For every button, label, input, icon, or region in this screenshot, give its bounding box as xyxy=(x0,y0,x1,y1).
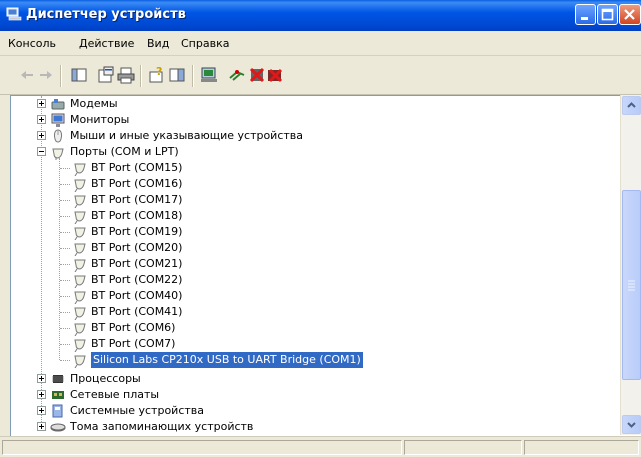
status-cell xyxy=(2,440,402,455)
mouse-icon xyxy=(53,129,63,143)
status-bar xyxy=(0,436,641,457)
menu-console[interactable]: Консоль xyxy=(8,37,56,50)
menu-action[interactable]: Действие xyxy=(79,37,134,50)
category-label: Системные устройства xyxy=(70,404,204,417)
network-card-icon xyxy=(52,391,64,399)
port-icon xyxy=(52,148,64,160)
expand-icon[interactable] xyxy=(37,115,46,124)
port-label: BT Port (COM15) xyxy=(91,161,183,174)
category-label: Порты (COM и LPT) xyxy=(70,145,179,158)
port-icon xyxy=(74,211,86,224)
toolbar: ? xyxy=(0,56,641,95)
chevron-up-icon xyxy=(627,102,636,108)
uninstall-device-icon[interactable] xyxy=(266,66,284,84)
console-tree-icon[interactable] xyxy=(70,66,88,84)
category-label: Процессоры xyxy=(70,372,141,385)
maximize-icon xyxy=(601,8,614,21)
maximize-button[interactable] xyxy=(597,4,618,25)
svg-text:?: ? xyxy=(156,66,162,78)
port-icon xyxy=(74,355,86,368)
expand-icon[interactable] xyxy=(37,99,46,108)
port-label: BT Port (COM41) xyxy=(91,305,183,318)
print-icon[interactable] xyxy=(117,66,135,84)
port-icon xyxy=(74,259,86,272)
title-bar[interactable]: Диспетчер устройств xyxy=(0,0,641,31)
status-cell xyxy=(524,440,639,455)
port-icon xyxy=(74,339,86,352)
port-icon xyxy=(74,275,86,288)
expand-icon[interactable] xyxy=(37,422,46,431)
status-cell xyxy=(404,440,522,455)
modem-icon xyxy=(51,99,65,110)
port-icon xyxy=(74,243,86,256)
update-driver-icon[interactable] xyxy=(228,66,246,84)
device-manager-icon xyxy=(6,7,22,21)
port-icon xyxy=(74,195,86,208)
port-label: BT Port (COM7) xyxy=(91,337,176,350)
scroll-thumb[interactable] xyxy=(622,190,641,380)
expand-icon[interactable] xyxy=(37,131,46,140)
expand-icon[interactable] xyxy=(37,390,46,399)
category-label: Тома запоминающих устройств xyxy=(70,420,254,433)
close-icon xyxy=(624,9,635,20)
window-title: Диспетчер устройств xyxy=(26,7,186,22)
port-label: BT Port (COM16) xyxy=(91,177,183,190)
minimize-button[interactable] xyxy=(575,4,596,25)
monitor-icon xyxy=(51,113,65,127)
back-icon[interactable] xyxy=(18,66,36,84)
port-icon xyxy=(74,323,86,336)
expand-icon[interactable] xyxy=(37,406,46,415)
disable-device-icon[interactable] xyxy=(248,66,266,84)
category-label: Мониторы xyxy=(70,113,130,126)
chevron-down-icon xyxy=(627,422,636,428)
port-icon xyxy=(74,227,86,240)
help-icon[interactable]: ? xyxy=(148,66,166,84)
forward-icon[interactable] xyxy=(37,66,55,84)
grip-icon xyxy=(628,280,635,291)
port-label: BT Port (COM17) xyxy=(91,193,183,206)
port-label: BT Port (COM18) xyxy=(91,209,183,222)
system-device-icon xyxy=(52,404,63,418)
scan-hardware-icon[interactable] xyxy=(200,66,218,84)
storage-volume-icon xyxy=(50,423,66,432)
processor-icon xyxy=(52,375,64,383)
port-icon xyxy=(74,291,86,304)
menu-help[interactable]: Справка xyxy=(181,37,229,50)
properties-icon[interactable] xyxy=(97,66,115,84)
port-label: BT Port (COM21) xyxy=(91,257,183,270)
category-label: Мыши и иные указывающие устройства xyxy=(70,129,304,142)
expand-icon[interactable] xyxy=(37,374,46,383)
menu-bar: Консоль Действие Вид Справка xyxy=(0,31,641,56)
port-label: BT Port (COM19) xyxy=(91,225,183,238)
collapse-icon[interactable] xyxy=(37,147,46,156)
vertical-scrollbar[interactable] xyxy=(620,95,641,435)
menu-view[interactable]: Вид xyxy=(147,37,169,50)
port-icon xyxy=(74,163,86,176)
port-label-selected: Silicon Labs CP210x USB to UART Bridge (… xyxy=(91,352,363,368)
device-tree[interactable]: Модемы Мониторы Мыши и иные указывающие … xyxy=(10,95,641,436)
scroll-down-button[interactable] xyxy=(622,415,641,434)
minimize-icon xyxy=(581,17,588,20)
category-label: Сетевые платы xyxy=(70,388,160,401)
port-icon xyxy=(74,307,86,320)
port-icon xyxy=(74,179,86,192)
port-label: BT Port (COM22) xyxy=(91,273,183,286)
category-label: Модемы xyxy=(70,97,118,110)
port-label: BT Port (COM6) xyxy=(91,321,176,334)
close-button[interactable] xyxy=(619,4,641,25)
port-label: BT Port (COM20) xyxy=(91,241,183,254)
scroll-up-button[interactable] xyxy=(622,96,641,115)
port-label: BT Port (COM40) xyxy=(91,289,183,302)
view-icon[interactable] xyxy=(168,66,186,84)
